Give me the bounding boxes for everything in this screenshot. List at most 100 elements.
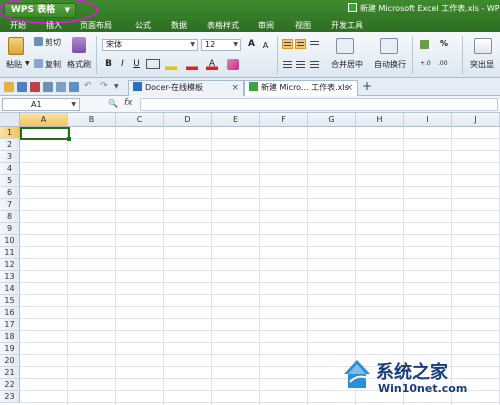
row-header-11[interactable]: 11	[0, 247, 20, 259]
row-header-2[interactable]: 2	[0, 139, 20, 151]
tab-docer-templates[interactable]: Docer-在线模板 ×	[128, 80, 244, 96]
row-header-17[interactable]: 17	[0, 319, 20, 331]
increase-decimal-icon[interactable]: +.0	[420, 60, 431, 67]
spell-check-icon[interactable]	[69, 82, 79, 92]
font-size-select[interactable]: 12 ▼	[201, 39, 241, 51]
column-header-d[interactable]: D	[164, 113, 212, 127]
menu-home[interactable]: 开始	[10, 20, 26, 31]
row-header-4[interactable]: 4	[0, 163, 20, 175]
row-header-20[interactable]: 20	[0, 355, 20, 367]
row-header-8[interactable]: 8	[0, 211, 20, 223]
italic-button[interactable]: I	[117, 59, 128, 70]
wrap-text-icon[interactable]	[380, 38, 398, 54]
menu-insert[interactable]: 插入	[46, 20, 62, 31]
wrap-text-button[interactable]: 自动换行	[374, 59, 406, 70]
column-header-i[interactable]: I	[404, 113, 452, 127]
highlight-button[interactable]: 突出显	[470, 59, 494, 70]
column-header-f[interactable]: F	[260, 113, 308, 127]
magnifier-icon[interactable]: 🔍	[108, 99, 118, 108]
merge-center-icon[interactable]	[336, 38, 354, 54]
row-header-21[interactable]: 21	[0, 367, 20, 379]
shrink-font-button[interactable]: A	[260, 40, 271, 51]
menu-page-layout[interactable]: 页面布局	[80, 20, 112, 31]
row-header-23[interactable]: 23	[0, 391, 20, 403]
font-name-select[interactable]: 宋体 ▼	[102, 39, 198, 51]
format-painter-button[interactable]: 格式刷	[67, 59, 91, 70]
menu-review[interactable]: 审阅	[258, 20, 274, 31]
spreadsheet-file-icon	[348, 3, 357, 12]
name-box[interactable]: A1 ▼	[2, 98, 80, 111]
row-header-5[interactable]: 5	[0, 175, 20, 187]
row-header-16[interactable]: 16	[0, 307, 20, 319]
formula-input[interactable]	[140, 98, 498, 111]
border-icon[interactable]	[146, 59, 160, 69]
font-color-button[interactable]: A	[206, 59, 218, 70]
menu-developer[interactable]: 开发工具	[331, 20, 363, 31]
column-header-e[interactable]: E	[212, 113, 260, 127]
paste-button[interactable]: 粘贴	[6, 59, 22, 70]
close-icon[interactable]: ×	[345, 81, 353, 95]
column-header-j[interactable]: J	[452, 113, 500, 127]
menu-formulas[interactable]: 公式	[135, 20, 151, 31]
chevron-down-icon[interactable]: ▼	[25, 60, 30, 67]
chevron-down-icon: ▼	[71, 101, 76, 108]
paste-icon[interactable]	[8, 37, 24, 55]
print-preview-icon[interactable]	[56, 82, 66, 92]
ribbon-toolbar: 粘贴 ▼ 剪切 复制 格式刷 宋体 ▼ 12 ▼ A A B I U A 合并居中 …	[0, 32, 500, 78]
align-top-icon[interactable]	[282, 39, 293, 49]
currency-format-icon[interactable]	[420, 40, 429, 49]
menu-data[interactable]: 数据	[171, 20, 187, 31]
grow-font-button[interactable]: A	[246, 39, 257, 50]
align-left-icon[interactable]	[282, 59, 293, 69]
row-header-13[interactable]: 13	[0, 271, 20, 283]
row-header-9[interactable]: 9	[0, 223, 20, 235]
copy-button[interactable]: 复制	[34, 59, 61, 70]
undo-icon[interactable]: ↶	[84, 82, 94, 92]
row-header-15[interactable]: 15	[0, 295, 20, 307]
new-tab-plus-icon[interactable]: +	[362, 79, 372, 93]
highlight-color-icon[interactable]	[165, 59, 177, 70]
tab-workbook[interactable]: 新建 Micro... 工作表.xls ×	[244, 80, 358, 96]
column-header-c[interactable]: C	[116, 113, 164, 127]
decrease-decimal-icon[interactable]: .00	[438, 60, 448, 67]
column-header-a[interactable]: A	[20, 113, 68, 127]
column-header-b[interactable]: B	[68, 113, 116, 127]
row-header-10[interactable]: 10	[0, 235, 20, 247]
select-all-corner[interactable]	[0, 113, 20, 127]
menu-view[interactable]: 视图	[295, 20, 311, 31]
close-icon[interactable]: ×	[231, 81, 239, 95]
export-pdf-icon[interactable]	[30, 82, 40, 92]
cut-button[interactable]: 剪切	[34, 37, 61, 48]
font-color-icon[interactable]	[186, 59, 198, 70]
align-bottom-icon[interactable]	[309, 39, 320, 49]
underline-button[interactable]: U	[131, 59, 142, 70]
insert-function-button[interactable]: fx	[124, 98, 133, 108]
align-right-icon[interactable]	[309, 59, 320, 69]
align-middle-icon[interactable]	[295, 39, 306, 49]
merge-center-button[interactable]: 合并居中	[331, 59, 363, 70]
open-folder-icon[interactable]	[4, 82, 14, 92]
row-header-18[interactable]: 18	[0, 331, 20, 343]
row-header-22[interactable]: 22	[0, 379, 20, 391]
save-icon[interactable]	[17, 82, 27, 92]
row-header-7[interactable]: 7	[0, 199, 20, 211]
column-header-g[interactable]: G	[308, 113, 356, 127]
row-header-3[interactable]: 3	[0, 151, 20, 163]
row-header-1[interactable]: 1	[0, 127, 20, 139]
row-header-19[interactable]: 19	[0, 343, 20, 355]
redo-icon[interactable]: ↷	[100, 82, 110, 92]
chevron-down-icon[interactable]: ▼	[114, 82, 124, 92]
format-painter-icon[interactable]	[72, 37, 86, 53]
selected-cell-a1[interactable]	[20, 127, 71, 141]
row-header-6[interactable]: 6	[0, 187, 20, 199]
conditional-format-icon[interactable]	[474, 38, 492, 54]
column-header-h[interactable]: H	[356, 113, 404, 127]
align-center-icon[interactable]	[295, 59, 306, 69]
bold-button[interactable]: B	[103, 59, 114, 70]
row-header-12[interactable]: 12	[0, 259, 20, 271]
row-header-14[interactable]: 14	[0, 283, 20, 295]
print-icon[interactable]	[43, 82, 53, 92]
menu-table-style[interactable]: 表格样式	[207, 20, 239, 31]
clear-format-icon[interactable]	[227, 59, 239, 70]
percent-style-button[interactable]: %	[440, 39, 448, 48]
